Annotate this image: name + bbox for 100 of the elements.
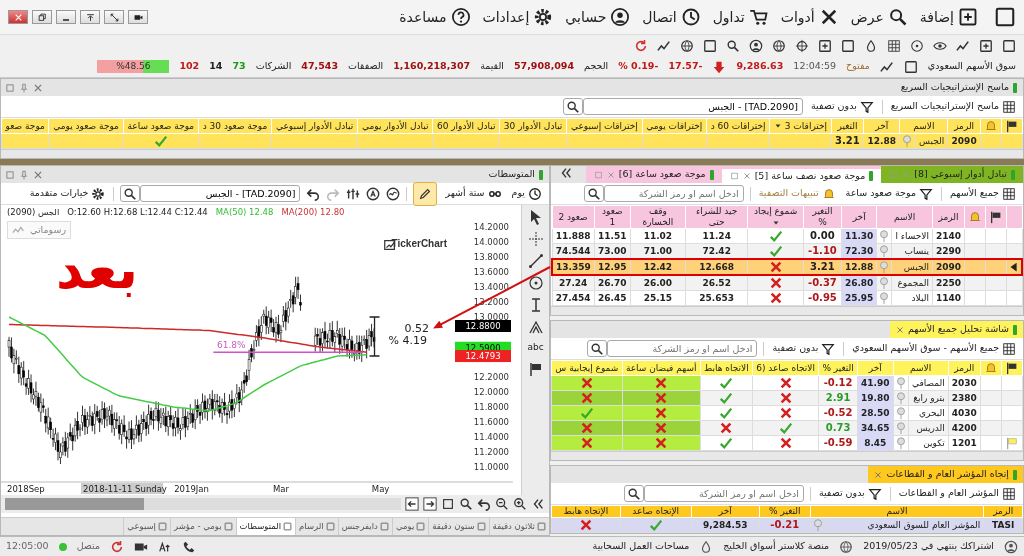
search-field[interactable]: ادخل اسم او رمز الشركة	[603, 185, 744, 202]
layout-tab[interactable]: يومي - مؤشر	[169, 518, 236, 535]
search-field[interactable]: ادخل اسم او رمز الشركة	[607, 340, 758, 357]
column-header[interactable]: وقف الخسارة	[630, 205, 686, 229]
column-header[interactable]: موجة صعود ساعة	[123, 118, 199, 134]
price-tick: 11.2000	[473, 447, 509, 457]
pane-tab[interactable]: تبادل أدوار إسبوعي [8]	[881, 166, 1023, 183]
search-field[interactable]: ادخل اسم او رمز الشركة	[643, 485, 804, 502]
layout-tab[interactable]: ثلاثون دقيقة	[488, 518, 549, 535]
options-button[interactable]: خيارات متقدمة	[27, 186, 108, 201]
column-header[interactable]: الإتجاه صاعد	[620, 505, 692, 518]
column-header[interactable]: تبادل الأدوار 30	[499, 118, 567, 134]
market-time: 12:04:59	[793, 59, 836, 74]
table-cell: 26.00	[630, 275, 686, 291]
pane-tab[interactable]: موجة صعود ساعة [6]	[585, 166, 722, 183]
column-header[interactable]: الرمز	[948, 360, 981, 376]
column-header[interactable]: تبادل الأدوار يومي	[357, 118, 433, 134]
price-tick: 13.4000	[473, 282, 509, 292]
column-header[interactable]: الرمز	[932, 205, 965, 229]
menu-item[interactable]: اتصال	[636, 6, 707, 28]
table-cell: 11.888	[552, 228, 595, 244]
column-header[interactable]: الرمز	[983, 505, 1023, 518]
column-header[interactable]: التغير	[831, 118, 864, 134]
list-button[interactable]: المؤشر العام و القطاعات	[896, 486, 1018, 501]
legend-symbol: الجس (2090)	[7, 205, 60, 219]
column-header[interactable]: تبادل الأدوار إسبوعي	[271, 118, 358, 134]
market-name: سوق الأسهم السعودي	[927, 59, 1016, 74]
filter-button[interactable]: بدون تصفية	[808, 99, 876, 114]
layout-tab[interactable]: ستون دقيقة	[428, 518, 489, 535]
search-field[interactable]: [TAD.2090] - الجبس	[140, 185, 301, 202]
column-header[interactable]: آخر	[841, 205, 877, 229]
column-header[interactable]: إختراقات 3	[769, 118, 832, 134]
column-header[interactable]: موجة صعو	[1, 118, 49, 134]
column-header[interactable]: آخر	[857, 360, 894, 376]
column-header[interactable]: جيد للشراء حتى	[685, 205, 748, 229]
filter-button[interactable]: موجة صعود ساعة	[843, 186, 935, 201]
column-header[interactable]: شموع إيجابية س	[551, 360, 623, 376]
table-cell: 3.21	[810, 261, 835, 272]
column-header[interactable]: آخر	[691, 505, 760, 518]
menu-item[interactable]: أدوات	[774, 6, 845, 28]
menu-item[interactable]: مساعدة	[393, 6, 477, 28]
column-header[interactable]: الإتجاه هابط	[551, 505, 621, 518]
layout-tab[interactable]: إسبوعي	[123, 518, 170, 535]
menu-item[interactable]: إعدادات	[476, 6, 560, 28]
menu-item[interactable]: عرض	[844, 6, 914, 28]
stat-label: القيمة	[480, 59, 504, 74]
column-header[interactable]: آخر	[863, 118, 900, 134]
filter-button[interactable]: بدون تصفية	[816, 486, 884, 501]
column-header[interactable]: صعود 2	[552, 205, 595, 229]
menu-item[interactable]: تداول	[706, 6, 775, 28]
column-header[interactable]: التغير %	[803, 205, 842, 229]
advancing-count: 73	[232, 59, 246, 74]
alerts-button[interactable]: تنبيهات التصفية	[756, 186, 838, 201]
column-header[interactable]: الاسم	[810, 505, 984, 518]
column-header[interactable]: تبادل الأدوار 60	[432, 118, 500, 134]
column-header[interactable]: أسهم فيضان ساعة	[622, 360, 701, 376]
column-header[interactable]: شموع إيجاد	[747, 205, 804, 229]
layout-tab[interactable]: المتوسطات	[235, 518, 296, 535]
column-header[interactable]: الرمز	[947, 118, 981, 134]
table-cell: 25.15	[630, 290, 686, 306]
column-header[interactable]: التغير %	[759, 505, 811, 518]
stat-label: الحجم	[584, 59, 609, 74]
table-cell: 1140	[932, 290, 965, 306]
search-field[interactable]: [TAD.2090] - الجبس	[582, 98, 803, 115]
menu-item[interactable]: إضافة	[913, 6, 984, 28]
column-header[interactable]: الاتجاه صاعد (6	[752, 360, 819, 376]
column-header[interactable]: موجة صعود يومي	[48, 118, 124, 134]
table-cell: المؤشر العام للسوق السعودي	[825, 517, 984, 533]
list-button[interactable]: ماسح الإستراتيجيات السريع	[888, 99, 1018, 114]
table-cell: 0.00	[810, 230, 835, 241]
column-header[interactable]: إختراقات إسبوعي	[566, 118, 643, 134]
pane-title: شاشة تحليل جميع الأسهم	[890, 321, 1023, 338]
column-header[interactable]: الاسم	[876, 205, 933, 229]
range-button[interactable]: ستة أشهر	[443, 186, 504, 201]
table-cell: البحري	[908, 405, 949, 421]
price-tick: 13.0000	[473, 312, 509, 322]
interval-button[interactable]: يوم	[509, 186, 544, 201]
layout-tab[interactable]: دايفرجنس	[337, 518, 392, 535]
list-button[interactable]: جميع الأسهم - سوق الأسهم السعودي	[850, 341, 1018, 356]
list-button[interactable]: جميع الأسهم	[947, 186, 1018, 201]
column-header[interactable]: الاتجاه هابط	[700, 360, 753, 376]
connection-status: متصل	[76, 539, 101, 554]
stat-label: الشركات	[255, 59, 292, 74]
column-header[interactable]: الاسم	[899, 118, 948, 134]
price-tick: 13.8000	[473, 252, 509, 262]
filter-button[interactable]: بدون تصفية	[770, 341, 838, 356]
column-header[interactable]: إختراقات 60 د	[706, 118, 770, 134]
stat-label: الصفقات	[348, 59, 384, 74]
drawings-button[interactable]: رسوماتي	[7, 221, 71, 240]
column-header[interactable]: الاسم	[893, 360, 949, 376]
column-header[interactable]: إختراقات يومي	[642, 118, 707, 134]
tab-label: موجة صعود نصف ساعة [5]	[754, 168, 866, 183]
column-header[interactable]: موجة صعود 30 د	[198, 118, 272, 134]
layout-tab[interactable]: الرسام	[295, 518, 338, 535]
pane-tab[interactable]: موجة صعود نصف ساعة [5]	[721, 166, 882, 183]
column-header[interactable]: التغير %	[818, 360, 858, 376]
menu-item[interactable]: حسابي	[559, 6, 637, 28]
text-tool[interactable]: abc	[527, 341, 544, 355]
column-header[interactable]: صعود 1	[594, 205, 631, 229]
table-cell: الدريس	[908, 420, 949, 436]
